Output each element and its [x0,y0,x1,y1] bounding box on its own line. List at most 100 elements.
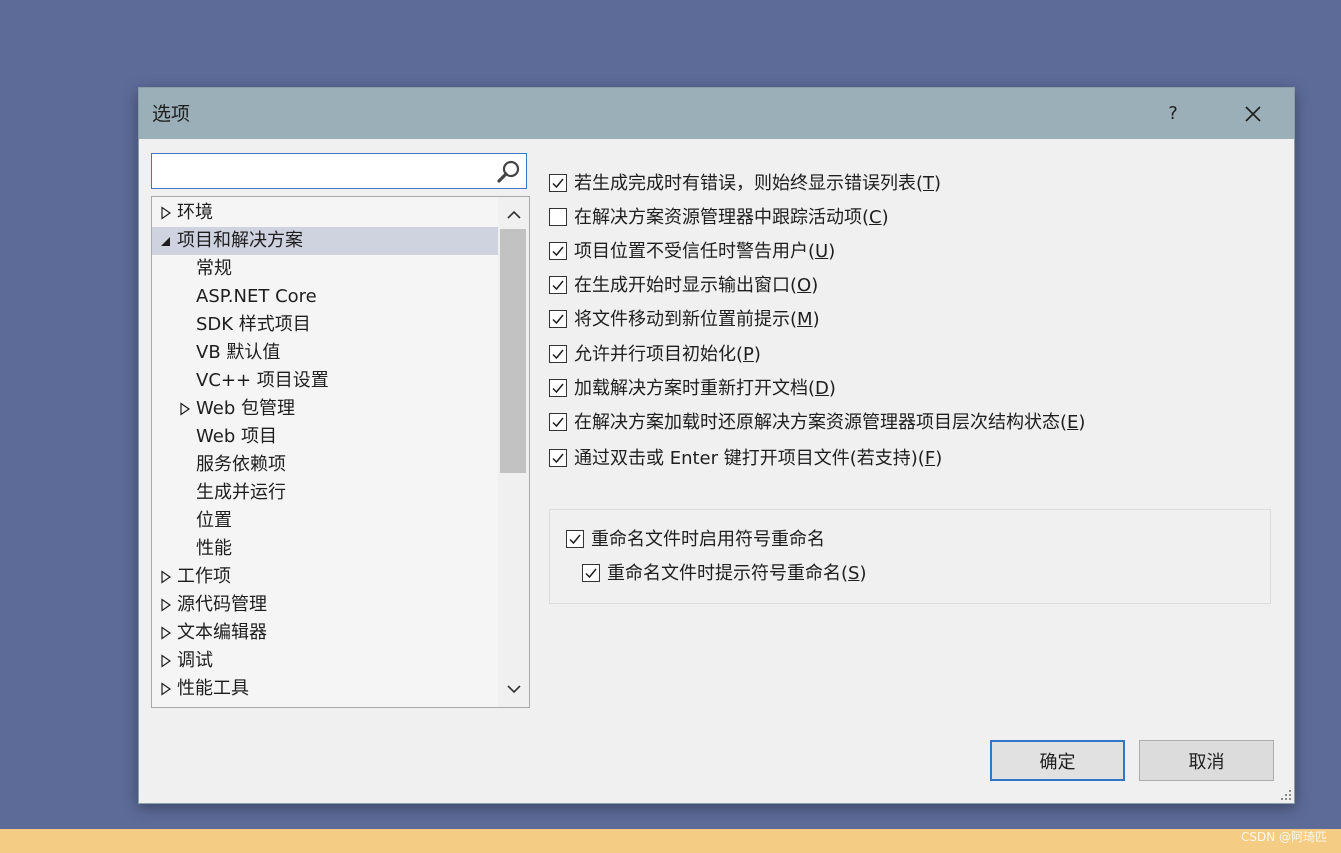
tree-item[interactable]: 服务依赖项 [152,451,498,479]
search-icon[interactable] [496,159,522,185]
chevron-down-icon [506,685,521,694]
checkmark-icon [552,280,564,291]
option-checkbox[interactable] [549,310,567,328]
tree-item-label: 常规 [196,258,232,279]
tree-item[interactable]: VB 默认值 [152,339,498,367]
tree-item[interactable]: 项目和解决方案 [152,227,498,255]
tree-item-label: ASP.NET Core [196,286,317,307]
options-tree: 环境项目和解决方案常规 ASP.NET Core SDK 样式项目 VB 默认值 VC+… [151,196,530,708]
tree-item[interactable]: VC++ 项目设置 [152,367,498,395]
checkmark-icon [552,453,564,464]
tree-expander[interactable] [159,227,173,255]
checkmark-icon [552,349,564,360]
watermark: CSDN @阿琦匹 [1240,830,1327,844]
tree-item-label: VC++ 项目设置 [196,370,329,391]
option-suffix: ) [859,563,867,584]
checkmark-icon [552,246,564,257]
caret-collapsed-icon [161,598,172,612]
tree-item[interactable]: 调试 [152,647,498,675]
ok-button[interactable]: 确定 [990,740,1125,781]
tree-expander[interactable] [159,647,173,675]
tree-scrollbar[interactable] [498,197,529,707]
access-key: D [815,378,829,399]
rename-group [549,509,1271,604]
cancel-button[interactable]: 取消 [1139,740,1274,781]
caret-collapsed-icon [161,206,172,220]
option-suffix: ) [828,241,836,262]
tree-item-label: Web 项目 [196,426,277,447]
option-checkbox[interactable] [566,530,584,548]
option-suffix: ) [753,344,761,365]
caret-collapsed-icon [161,626,172,640]
search-input[interactable] [158,158,492,186]
help-button[interactable]: ? [1155,100,1191,128]
options-dialog: 选项 ? 环境 项目和解决方案常规 ASP.NET Core SDK 样式项目 … [138,87,1295,804]
tree-item-label: 环境 [177,202,213,223]
access-key: C [869,207,882,228]
tree-expander[interactable] [159,675,173,703]
option-checkbox[interactable] [549,208,567,226]
option-text: 将文件移动到新位置前提示( [574,309,798,330]
tree-item[interactable]: 性能工具 [152,675,498,703]
tree-item-label: SDK 样式项目 [196,314,311,335]
access-key: U [815,241,829,262]
tree-item-label: 性能 [196,538,232,559]
tree-item[interactable]: ASP.NET Core [152,283,498,311]
tree-item[interactable]: 位置 [152,507,498,535]
option-label: 在生成开始时显示输出窗口(O) [574,272,818,300]
search-box [151,153,527,189]
caret-collapsed-icon [180,402,191,416]
tree-expander[interactable] [178,395,192,423]
taskbar-strip [0,829,1341,853]
option-text: 若生成完成时有错误，则始终显示错误列表( [574,173,924,194]
tree-expander[interactable] [159,199,173,227]
option-checkbox[interactable] [549,345,567,363]
option-label: 重命名文件时启用符号重命名 [591,526,825,554]
tree-item[interactable]: Web 项目 [152,423,498,451]
resize-grip-icon[interactable] [1280,789,1292,801]
tree-item[interactable]: 常规 [152,255,498,283]
access-key: F [924,448,936,469]
option-text: 项目位置不受信任时警告用户( [574,241,816,262]
tree-expander[interactable] [159,591,173,619]
option-label: 在解决方案资源管理器中跟踪活动项(C) [574,204,889,232]
option-checkbox[interactable] [549,449,567,467]
option-checkbox[interactable] [549,413,567,431]
scroll-down-button[interactable] [498,675,529,703]
tree-item-label: 服务依赖项 [196,454,286,475]
tree-item-label: Web 包管理 [196,398,295,419]
tree-item[interactable]: 工作项 [152,563,498,591]
tree-item[interactable]: 环境 [152,199,498,227]
tree-expander[interactable] [159,619,173,647]
dialog-title: 选项 [152,103,191,125]
tree-item-label: 源代码管理 [177,594,267,615]
tree-item[interactable]: 生成并运行 [152,479,498,507]
tree-item[interactable]: Web 包管理 [152,395,498,423]
option-checkbox[interactable] [549,379,567,397]
option-checkbox[interactable] [549,242,567,260]
access-key: S [848,563,860,584]
scroll-up-button[interactable] [498,201,529,229]
tree-item-label: 工作项 [177,566,231,587]
option-label: 允许并行项目初始化(P) [574,341,761,369]
option-checkbox[interactable] [549,174,567,192]
option-label: 加载解决方案时重新打开文档(D) [574,375,836,403]
tree-item[interactable]: 性能 [152,535,498,563]
scroll-thumb[interactable] [500,229,526,473]
tree-item[interactable]: SDK 样式项目 [152,311,498,339]
checkmark-icon [552,417,564,428]
option-label: 若生成完成时有错误，则始终显示错误列表(T) [574,170,941,198]
tree-item-label: 位置 [196,510,232,531]
option-checkbox[interactable] [582,564,600,582]
option-text: 加载解决方案时重新打开文档( [574,378,816,399]
tree-item-label: 性能工具 [177,678,249,699]
tree-item-label: 文本编辑器 [177,622,267,643]
close-button[interactable] [1235,100,1271,128]
option-text: 在解决方案加载时还原解决方案资源管理器项目层次结构状态( [574,412,1068,433]
tree-expander[interactable] [159,563,173,591]
option-checkbox[interactable] [549,276,567,294]
tree-item[interactable]: 源代码管理 [152,591,498,619]
tree-item[interactable]: 文本编辑器 [152,619,498,647]
caret-collapsed-icon [161,570,172,584]
checkmark-icon [552,383,564,394]
